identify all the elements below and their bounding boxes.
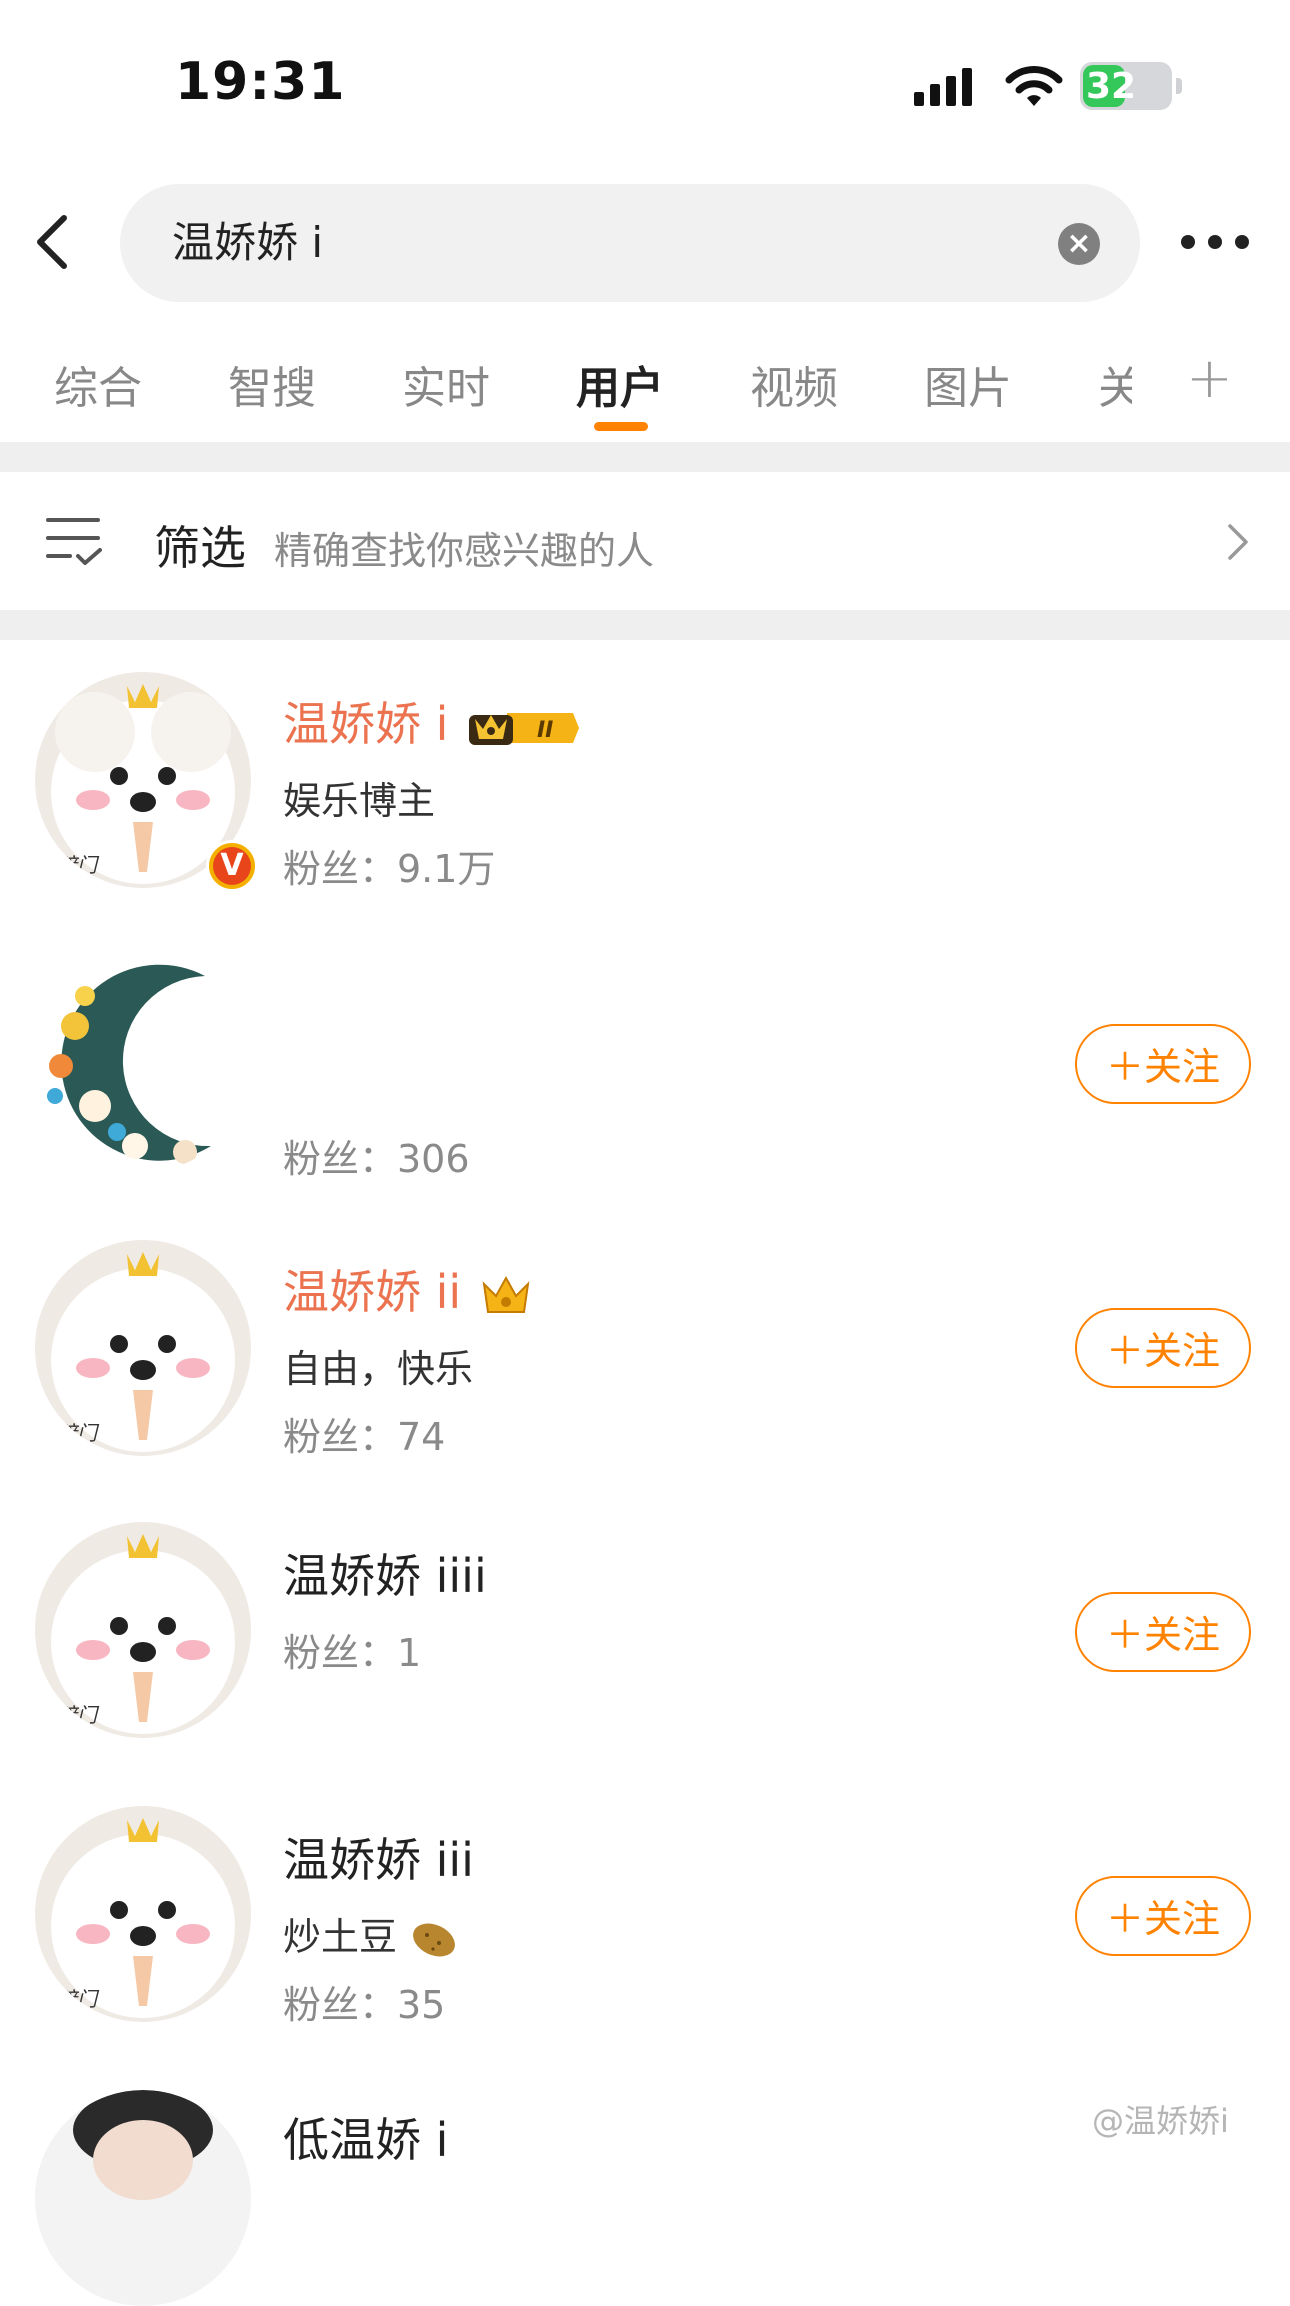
potato-icon	[413, 1923, 456, 1956]
tab-images[interactable]: 图片	[924, 352, 1012, 416]
user-fans-count: 粉丝：1	[283, 1631, 422, 1675]
tab-video[interactable]: 视频	[750, 352, 838, 416]
user-avatar[interactable]: 暗门	[35, 1806, 251, 2022]
user-avatar[interactable]	[35, 956, 251, 1172]
user-fans-count: 粉丝：306	[283, 1137, 470, 1181]
follow-button[interactable]: ＋关注	[1075, 1024, 1251, 1104]
user-avatar[interactable]: 暗门	[35, 1240, 251, 1456]
user-avatar[interactable]	[35, 2090, 251, 2306]
filter-label: 筛选	[154, 521, 246, 575]
vip-level-badge-icon: II	[469, 712, 580, 745]
user-name[interactable]: 温娇娇 i II	[283, 688, 580, 754]
user-name[interactable]: 温娇娇 iiii	[283, 1540, 487, 1606]
status-time: 19:31	[175, 52, 346, 112]
filter-hint: 精确查找你感兴趣的人	[274, 529, 655, 573]
watermark: @温娇娇i	[1092, 2102, 1229, 2140]
tab-users[interactable]: 用户	[576, 352, 664, 416]
user-fans-count: 粉丝：35	[283, 1983, 446, 2027]
search-tabs: 综合 智搜 实时 用户 视频 图片 关 +	[0, 320, 1290, 440]
svg-text:暗门: 暗门	[57, 853, 100, 877]
user-description: 娱乐博主	[283, 779, 436, 823]
user-result-row[interactable]: 暗门 温娇娇 iii 炒土豆 粉丝：35 ＋关注	[0, 1776, 1290, 2062]
chevron-right-icon	[1228, 524, 1248, 560]
section-divider	[0, 610, 1290, 640]
cellular-signal-icon	[914, 68, 972, 106]
battery-icon: 32	[1080, 62, 1182, 110]
search-box[interactable]: ×	[120, 184, 1140, 302]
user-name[interactable]: 低温娇 i	[283, 2104, 448, 2170]
search-header: ×	[0, 180, 1290, 305]
tab-smart-search[interactable]: 智搜	[228, 352, 316, 416]
user-description: 炒土豆	[283, 1906, 459, 1961]
user-fans-count: 粉丝：9.1万	[283, 847, 496, 891]
user-fans-count: 粉丝：74	[283, 1415, 446, 1459]
svg-text:暗门: 暗门	[57, 1987, 100, 2011]
tab-follow-partial[interactable]: 关	[1098, 352, 1132, 416]
user-description: 自由，快乐	[283, 1347, 474, 1391]
user-result-row[interactable]: 暗门 温娇娇 iiii 粉丝：1 ＋关注	[0, 1492, 1290, 1778]
follow-button[interactable]: ＋关注	[1075, 1592, 1251, 1672]
filter-list-icon	[46, 518, 102, 565]
user-result-row[interactable]: 粉丝：306 ＋关注	[0, 924, 1290, 1210]
follow-button[interactable]: ＋关注	[1075, 1876, 1251, 1956]
add-tab-icon[interactable]: +	[1186, 346, 1233, 411]
user-result-row[interactable]: 暗门 V 温娇娇 i II 娱乐博主 粉丝：9.1万	[0, 640, 1290, 926]
filter-bar[interactable]: 筛选 精确查找你感兴趣的人	[0, 472, 1290, 610]
follow-button[interactable]: ＋关注	[1075, 1308, 1251, 1388]
svg-text:暗门: 暗门	[57, 1421, 100, 1445]
tab-realtime[interactable]: 实时	[402, 352, 490, 416]
more-options-icon[interactable]	[1180, 232, 1250, 252]
active-tab-indicator	[594, 422, 648, 431]
crown-icon	[482, 1275, 530, 1313]
user-name[interactable]: 温娇娇 ii	[283, 1256, 532, 1322]
user-avatar[interactable]: 暗门	[35, 1522, 251, 1738]
verified-badge-icon: V	[206, 840, 258, 892]
user-result-row[interactable]: 暗门 温娇娇 ii 自由，快乐 粉丝：74 ＋关注	[0, 1208, 1290, 1494]
clear-search-icon[interactable]: ×	[1058, 223, 1100, 265]
svg-text:暗门: 暗门	[57, 1703, 100, 1727]
battery-level: 32	[1086, 66, 1137, 107]
status-bar: 19:31 32	[0, 0, 1290, 170]
svg-text:II: II	[537, 718, 553, 743]
wifi-icon	[1005, 66, 1063, 106]
section-divider	[0, 442, 1290, 472]
back-arrow-icon[interactable]	[30, 210, 80, 274]
user-name[interactable]: 温娇娇 iii	[283, 1824, 474, 1890]
tab-comprehensive[interactable]: 综合	[54, 352, 142, 416]
search-input[interactable]	[170, 214, 1024, 265]
